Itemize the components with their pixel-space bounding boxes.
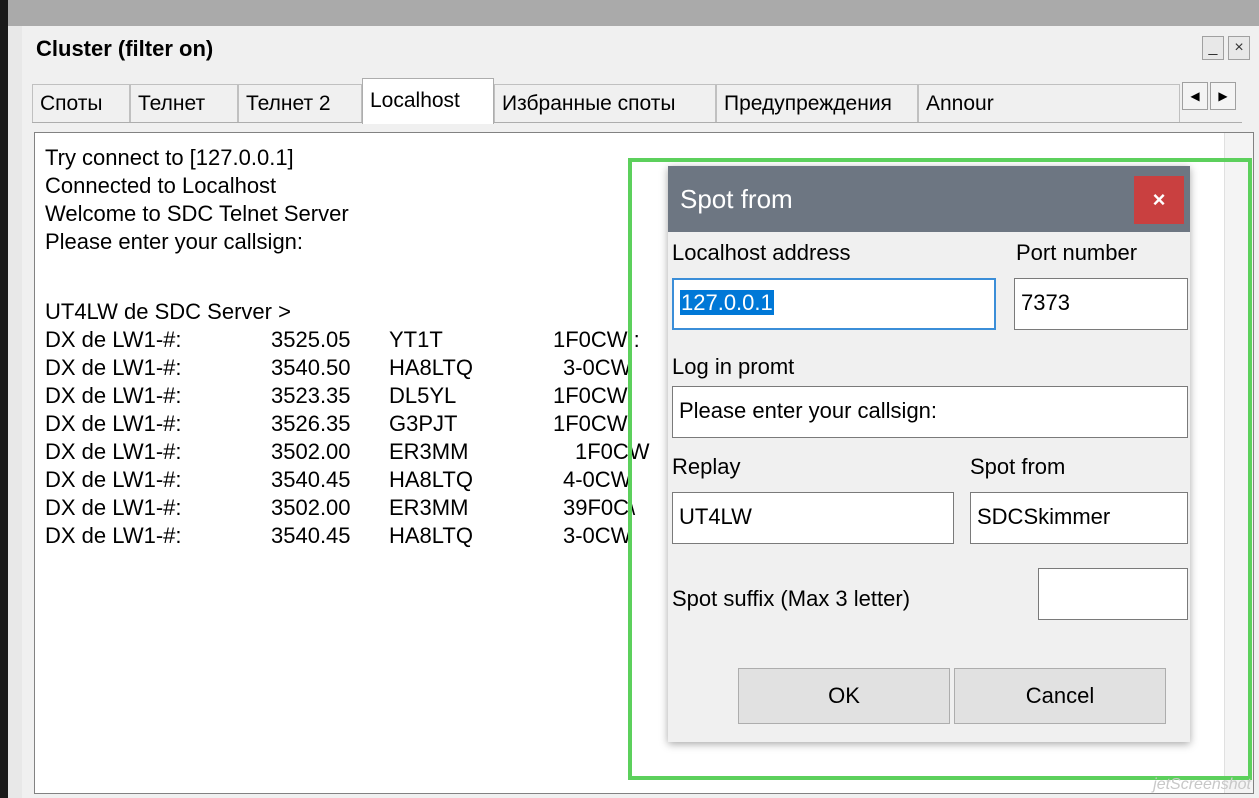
tab-strip: Споты Телнет Телнет 2 Localhost Избранны… [32, 78, 1242, 124]
dialog-titlebar: Spot from × [668, 166, 1190, 232]
close-icon[interactable]: × [1228, 36, 1250, 60]
spot-suffix-field[interactable] [1038, 568, 1188, 620]
spot-call: YT1T [389, 327, 443, 352]
spot-freq: 3502.00 [271, 439, 351, 464]
dialog-close-icon[interactable]: × [1134, 176, 1184, 224]
port-number-field[interactable]: 7373 [1014, 278, 1188, 330]
tab-telnet-2[interactable]: Телнет 2 [238, 84, 362, 122]
tab-announcements[interactable]: Annour [918, 84, 1180, 122]
login-prompt-label: Log in promt [672, 354, 795, 379]
spot-freq: 3525.05 [271, 327, 351, 352]
localhost-address-value: 127.0.0.1 [680, 290, 774, 315]
spot-call: HA8LTQ [389, 523, 473, 548]
spot-info: 4-0CW [563, 467, 632, 492]
ok-button[interactable]: OK [738, 668, 950, 724]
tab-scroll-left-icon[interactable]: ◀ [1182, 82, 1208, 110]
vertical-scrollbar[interactable] [1224, 133, 1253, 793]
spot-freq: 3526.35 [271, 411, 351, 436]
spot-info: 3-0CW [563, 523, 632, 548]
spot-call: HA8LTQ [389, 467, 473, 492]
spot-info: 39F0C\ [563, 495, 636, 520]
terminal-line: UT4LW de SDC Server > [45, 299, 291, 324]
localhost-address-field[interactable]: 127.0.0.1 [672, 278, 996, 330]
spot-from-field[interactable]: SDCSkimmer [970, 492, 1188, 544]
spot-call: HA8LTQ [389, 355, 473, 380]
terminal-line: Try connect to [127.0.0.1] [45, 145, 294, 170]
replay-label: Replay [672, 454, 741, 479]
spot-info: 1F0CW [575, 439, 650, 464]
minimize-icon[interactable]: _ [1202, 36, 1224, 60]
spot-from: DX de LW1-#: [45, 439, 182, 464]
port-number-label: Port number [1016, 240, 1138, 265]
spot-freq: 3540.45 [271, 467, 351, 492]
spot-call: ER3MM [389, 495, 469, 520]
spot-from: DX de LW1-#: [45, 355, 182, 380]
watermark: jetScreenshot [1153, 776, 1251, 793]
spot-from: DX de LW1-#: [45, 495, 182, 520]
tab-telnet[interactable]: Телнет [130, 84, 238, 122]
spot-info: 3-0CW [563, 355, 632, 380]
login-prompt-field[interactable]: Please enter your callsign: [672, 386, 1188, 438]
spot-freq: 3502.00 [271, 495, 351, 520]
top-strip [0, 0, 1259, 26]
cancel-button[interactable]: Cancel [954, 668, 1166, 724]
replay-field[interactable]: UT4LW [672, 492, 954, 544]
spot-info: 1F0CW [553, 383, 628, 408]
tab-warnings[interactable]: Предупреждения [716, 84, 918, 122]
spot-freq: 3540.50 [271, 355, 351, 380]
tab-scroll-right-icon[interactable]: ▶ [1210, 82, 1236, 110]
left-edge-bar [0, 0, 8, 798]
spot-freq: 3540.45 [271, 523, 351, 548]
tab-spots[interactable]: Споты [32, 84, 130, 122]
spot-suffix-label: Spot suffix (Max 3 letter) [672, 586, 911, 611]
spot-from: DX de LW1-#: [45, 467, 182, 492]
localhost-address-label: Localhost address [672, 240, 851, 265]
spot-from: DX de LW1-#: [45, 327, 182, 352]
window-titlebar: Cluster (filter on) _ × [22, 26, 1259, 70]
spot-freq: 3523.35 [271, 383, 351, 408]
window-title: Cluster (filter on) [36, 36, 214, 61]
tab-localhost[interactable]: Localhost [362, 78, 494, 124]
spot-from: DX de LW1-#: [45, 523, 182, 548]
spot-info: 1F0CW : [553, 327, 640, 352]
spot-from-label: Spot from [970, 454, 1066, 479]
spot-info: 1F0CW [553, 411, 628, 436]
spot-call: G3PJT [389, 411, 458, 436]
terminal-line: Please enter your callsign: [45, 229, 304, 254]
dialog-title: Spot from [680, 184, 793, 214]
spot-from: DX de LW1-#: [45, 411, 182, 436]
left-strip [8, 26, 23, 798]
tab-favorite-spots[interactable]: Избранные споты [494, 84, 716, 122]
spot-from: DX de LW1-#: [45, 383, 182, 408]
terminal-line: Connected to Localhost [45, 173, 277, 198]
spot-call: DL5YL [389, 383, 457, 408]
terminal-line: Welcome to SDC Telnet Server [45, 201, 349, 226]
spot-from-dialog: Spot from × Localhost address Port numbe… [668, 166, 1190, 742]
spot-call: ER3MM [389, 439, 469, 464]
